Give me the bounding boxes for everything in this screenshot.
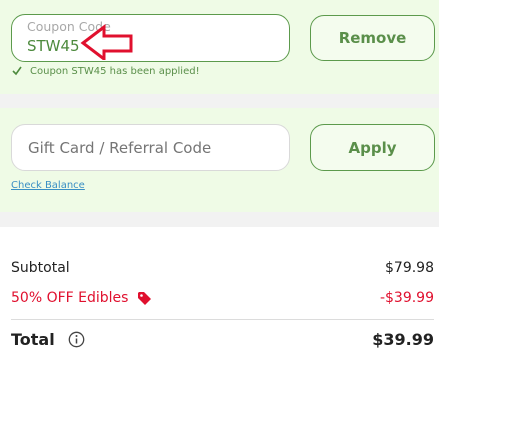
check-balance-link[interactable]: Check Balance	[11, 180, 85, 191]
summary-divider	[11, 319, 434, 320]
total-row: Total	[11, 330, 85, 349]
gift-card-input[interactable]	[11, 124, 290, 171]
coupon-status: Coupon STW45 has been applied!	[11, 65, 200, 77]
coupon-status-text: Coupon STW45 has been applied!	[30, 65, 200, 77]
discount-row: 50% OFF Edibles	[11, 290, 152, 306]
apply-gift-card-button[interactable]: Apply	[310, 124, 435, 171]
check-icon	[12, 66, 22, 76]
discount-value: -$39.99	[379, 290, 434, 306]
tag-icon	[138, 291, 152, 305]
info-icon[interactable]	[68, 331, 85, 348]
section-divider	[0, 212, 439, 227]
annotation-arrow-icon	[80, 24, 133, 60]
total-value: $39.99	[372, 330, 434, 349]
total-label: Total	[11, 330, 55, 349]
coupon-code-field[interactable]: Coupon Code STW45	[11, 14, 290, 62]
subtotal-label: Subtotal	[11, 260, 70, 276]
coupon-field-value: STW45	[27, 37, 80, 55]
remove-coupon-button[interactable]: Remove	[310, 15, 435, 61]
discount-label: 50% OFF Edibles	[11, 290, 129, 306]
subtotal-value: $79.98	[385, 260, 434, 276]
section-divider	[0, 94, 439, 108]
